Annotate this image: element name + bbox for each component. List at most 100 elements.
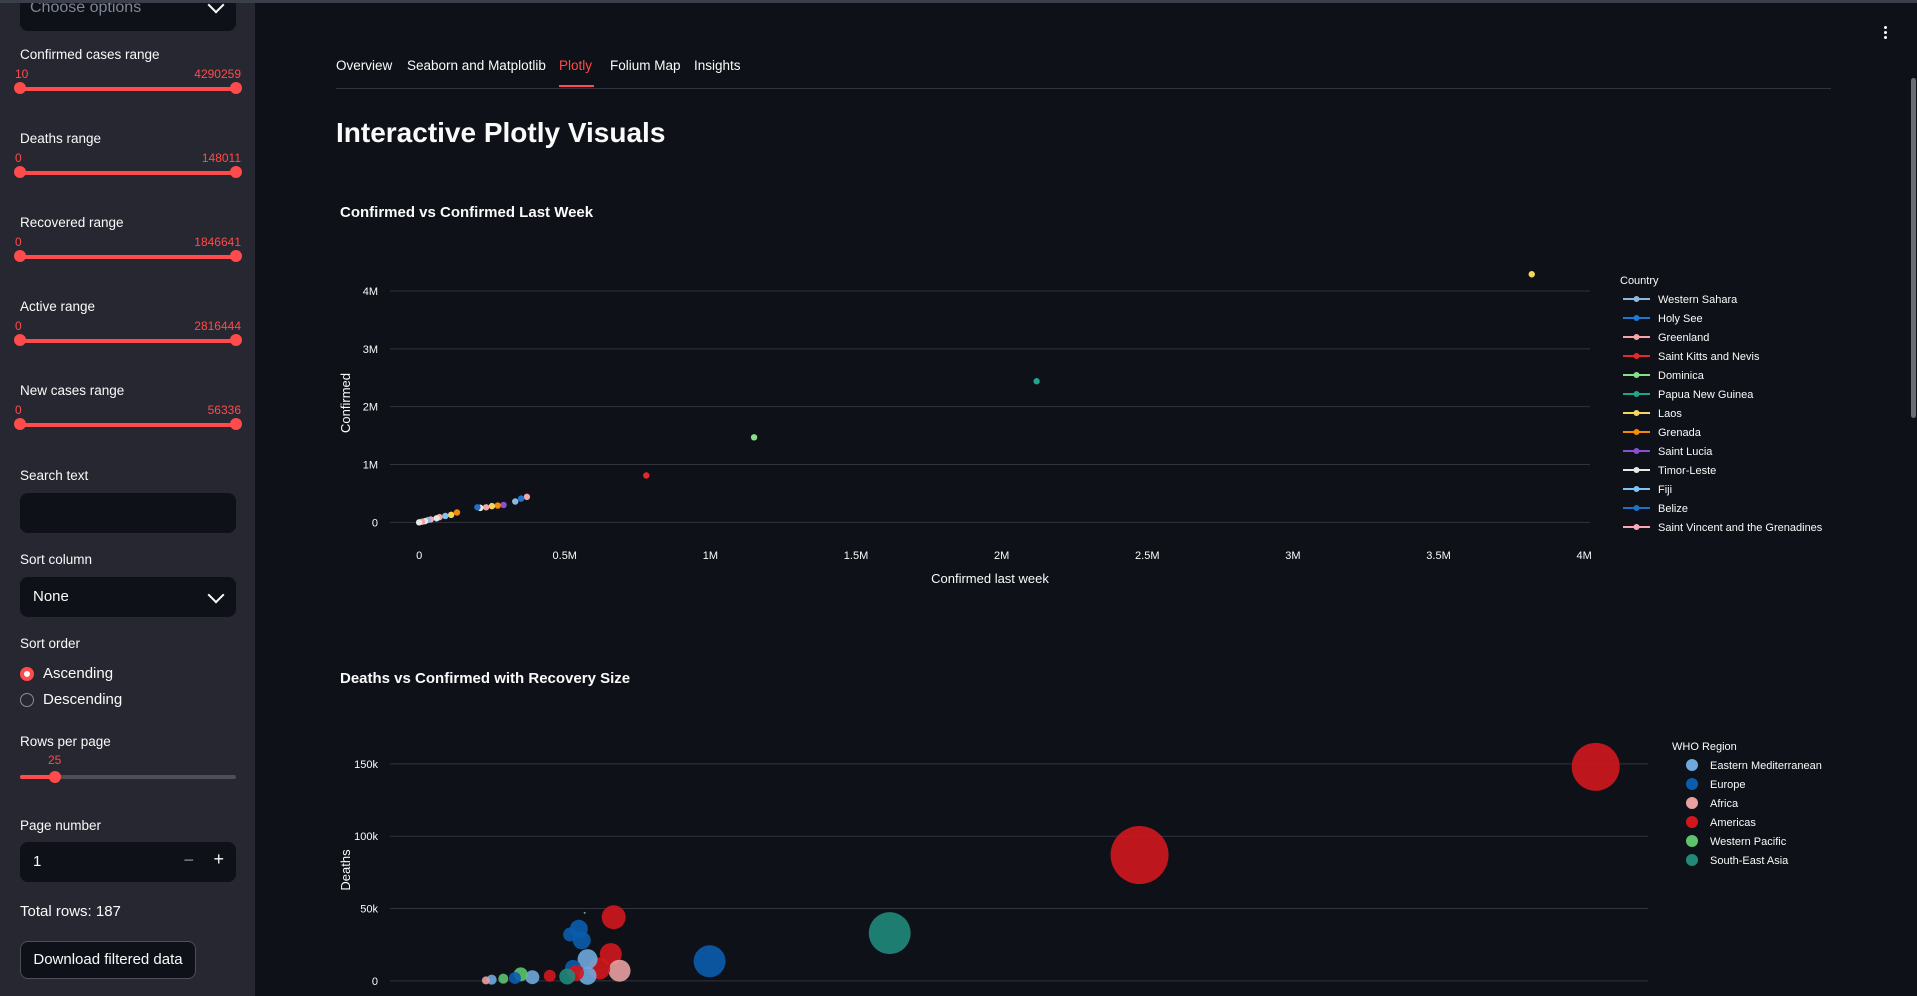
slider-label: Recovered range	[20, 215, 124, 230]
x-tick-label: 1.5M	[844, 550, 868, 562]
slider-min-value: 0	[15, 319, 22, 333]
slider-track[interactable]	[20, 87, 236, 91]
page-number-input[interactable]: 1 − +	[20, 842, 236, 882]
legend-item: Holy See	[1658, 313, 1703, 325]
legend-item: Western Sahara	[1658, 294, 1738, 306]
slider-max-handle[interactable]	[230, 166, 242, 178]
slider-track[interactable]	[20, 255, 236, 259]
bubble	[563, 927, 578, 942]
bubble	[498, 973, 509, 984]
legend-swatch-marker	[1633, 410, 1640, 416]
sort-column-label: Sort column	[20, 552, 93, 567]
rows-per-page-value: 25	[48, 753, 62, 767]
legend-swatch-marker	[1633, 315, 1640, 321]
data-point	[447, 511, 455, 519]
slider-max-handle[interactable]	[230, 250, 242, 262]
legend-swatch-marker	[1633, 372, 1640, 378]
y-tick-label: 1M	[363, 460, 378, 472]
slider-track[interactable]	[20, 423, 236, 427]
y-tick-label: 4M	[363, 286, 378, 298]
x-tick-label: 1M	[703, 550, 718, 562]
y-axis-label: Confirmed	[338, 373, 353, 433]
total-rows: Total rows: 187	[20, 903, 121, 920]
bubble	[543, 969, 556, 982]
filter-multiselect[interactable]: Choose options	[20, 3, 236, 31]
page-title: Interactive Plotly Visuals	[336, 117, 666, 148]
legend-swatch-marker	[1633, 486, 1640, 492]
y-axis-label: Deaths	[338, 849, 353, 891]
slider-max-handle[interactable]	[230, 418, 242, 430]
download-button[interactable]: Download filtered data	[20, 941, 196, 979]
slider-max-value: 148011	[201, 151, 241, 165]
kebab-menu-icon[interactable]	[1884, 26, 1888, 41]
bubble	[601, 905, 626, 930]
data-point	[643, 472, 650, 479]
slider-max-handle[interactable]	[230, 82, 242, 94]
slider-min-handle[interactable]	[14, 250, 26, 262]
tab-folium-map[interactable]: Folium Map	[610, 58, 681, 73]
slider-track[interactable]	[20, 339, 236, 343]
slider-min-handle[interactable]	[14, 82, 26, 94]
legend-item: Saint Kitts and Nevis	[1658, 351, 1760, 363]
slider-label: New cases range	[20, 383, 125, 398]
radio-label: Ascending	[43, 665, 114, 682]
data-point	[494, 502, 501, 509]
data-point	[488, 502, 496, 510]
tab-overview[interactable]: Overview	[336, 58, 392, 73]
confirmed-scatter-chart[interactable]: 0 1M 2M 3M 4M 0 0.5M 1M 1.5M 2M 2.5M 3M 3.5M 4M Confir…	[330, 265, 1850, 600]
page-number-value: 1	[33, 853, 42, 870]
y-tick-label: 0	[372, 976, 378, 988]
sort-column-select[interactable]: None	[20, 577, 236, 617]
x-tick-label: 0	[416, 550, 422, 562]
minus-icon[interactable]: −	[183, 850, 194, 871]
x-tick-label: 3M	[1285, 550, 1300, 562]
tab-bar: Overview Seaborn and Matplotlib Plotly F…	[336, 58, 1831, 89]
legend-item: South-East Asia	[1710, 855, 1789, 867]
tab-seaborn-matplotlib[interactable]: Seaborn and Matplotlib	[407, 58, 546, 73]
legend-swatch-marker	[1633, 353, 1640, 359]
deaths-bubble-chart[interactable]: 0 50k 100k 150k Deaths WHO Region Eastern Medi…	[330, 735, 1850, 996]
multiselect-placeholder: Choose options	[30, 3, 142, 16]
new-cases-range-slider[interactable]: New cases range 0 56336	[0, 383, 255, 453]
data-point	[433, 515, 440, 522]
search-input[interactable]	[20, 493, 236, 533]
slider-track[interactable]	[20, 171, 236, 175]
y-tick-label: 2M	[363, 402, 378, 414]
slider-max-handle[interactable]	[230, 334, 242, 346]
y-tick-label: 50k	[360, 904, 378, 916]
slider-min-handle[interactable]	[14, 166, 26, 178]
rows-per-page-label: Rows per page	[20, 734, 111, 749]
data-point	[442, 512, 449, 520]
tab-plotly[interactable]: Plotly	[559, 58, 592, 73]
recovered-range-slider[interactable]: Recovered range 0 1846641	[0, 215, 255, 285]
data-point	[1528, 271, 1535, 278]
confirmed-range-slider[interactable]: Confirmed cases range 10 4290259	[0, 47, 255, 117]
slider-min-value: 0	[15, 151, 22, 165]
plus-icon[interactable]: +	[213, 849, 224, 870]
legend-swatch-marker	[1633, 296, 1640, 302]
scrollbar[interactable]	[1911, 78, 1916, 418]
legend-item: Laos	[1658, 408, 1682, 420]
x-tick-label: 2M	[994, 550, 1009, 562]
tab-insights[interactable]: Insights	[694, 58, 741, 73]
bubble	[868, 912, 911, 955]
slider-handle[interactable]	[49, 771, 61, 783]
search-label: Search text	[20, 468, 89, 483]
y-tick-label: 3M	[363, 344, 378, 356]
data-point	[523, 493, 531, 501]
sort-order-label: Sort order	[20, 636, 81, 651]
legend-swatch-marker	[1633, 391, 1640, 397]
legend-swatch-marker	[1633, 505, 1640, 511]
y-tick-label: 100k	[354, 831, 378, 843]
active-range-slider[interactable]: Active range 0 2816444	[0, 299, 255, 369]
deaths-range-slider[interactable]: Deaths range 0 148011	[0, 131, 255, 201]
slider-min-handle[interactable]	[14, 418, 26, 430]
data-point	[415, 519, 423, 526]
slider-min-value: 0	[15, 403, 22, 417]
x-tick-label: 4M	[1577, 550, 1592, 562]
legend-item: Belize	[1658, 503, 1688, 515]
bubble	[608, 959, 631, 982]
data-point	[500, 501, 507, 509]
legend-item: Greenland	[1658, 332, 1709, 344]
slider-min-handle[interactable]	[14, 334, 26, 346]
